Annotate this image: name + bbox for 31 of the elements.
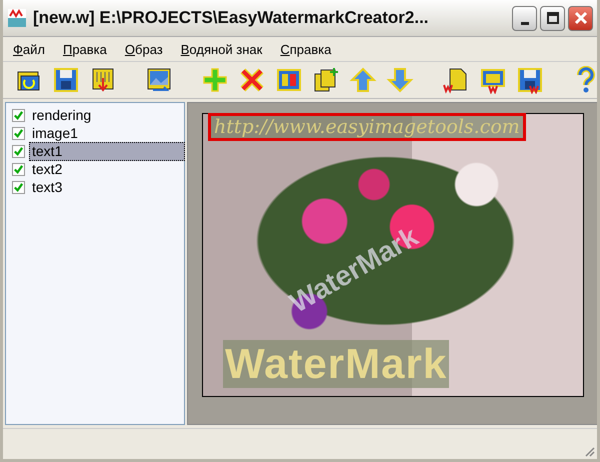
tree-item[interactable]: rendering <box>29 106 94 124</box>
down-arrow-icon[interactable] <box>386 66 414 94</box>
menu-item[interactable]: Водяной знак <box>180 42 262 56</box>
tree-item[interactable]: text1 <box>29 142 186 160</box>
minimize-icon <box>520 22 528 24</box>
window-title: [new.w] E:\PROJECTS\EasyWatermarkCreator2... <box>33 8 430 28</box>
checkbox[interactable] <box>12 162 25 176</box>
up-arrow-icon[interactable] <box>349 66 377 94</box>
app-icon <box>7 8 27 28</box>
delete-icon[interactable] <box>238 66 266 94</box>
minimize-button[interactable] <box>512 6 537 30</box>
checkbox[interactable] <box>12 126 25 140</box>
menu-item[interactable]: Справка <box>280 42 332 56</box>
close-icon <box>574 11 588 25</box>
maximize-icon <box>546 11 560 25</box>
menu-item[interactable]: Образ <box>124 42 163 56</box>
copy-icon[interactable] <box>312 66 340 94</box>
checkbox[interactable] <box>12 108 25 122</box>
picture-icon[interactable] <box>145 66 173 94</box>
checkbox[interactable] <box>12 180 25 194</box>
resize-grip-icon[interactable] <box>583 445 595 457</box>
maximize-button[interactable] <box>540 6 565 30</box>
tree-item[interactable]: text2 <box>29 160 66 178</box>
tree-item[interactable]: image1 <box>29 124 81 142</box>
menu-item[interactable]: Файл <box>13 42 45 56</box>
menu-item[interactable]: Правка <box>62 42 107 56</box>
checkbox[interactable] <box>12 144 25 158</box>
floppy-icon[interactable] <box>516 66 544 94</box>
tree-item[interactable]: text3 <box>29 178 66 196</box>
close-button[interactable] <box>568 6 593 30</box>
floppy-icon[interactable] <box>52 66 80 94</box>
